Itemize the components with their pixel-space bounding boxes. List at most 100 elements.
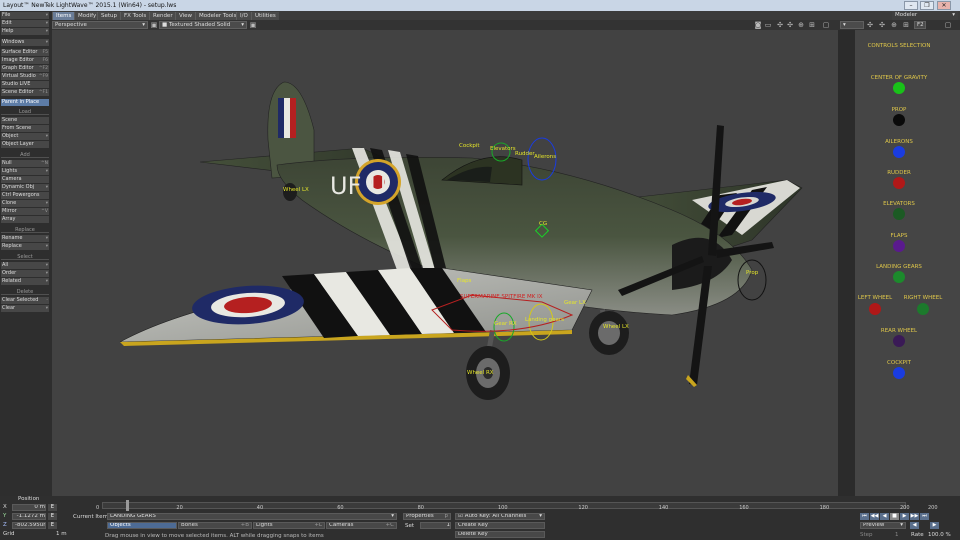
preview-dropdown[interactable]: Preview ▾ <box>860 522 906 529</box>
delete-clear-selected-button[interactable]: Clear Selected - <box>1 297 49 304</box>
play-icon[interactable]: ▶ <box>900 513 909 520</box>
ailerons-button[interactable] <box>893 146 905 158</box>
tab-fx-tools[interactable]: FX Tools <box>120 12 150 20</box>
tab-i-o[interactable]: I/O <box>236 12 251 20</box>
load-object-layer-button[interactable]: Object Layer <box>1 141 49 148</box>
rudder-button[interactable] <box>893 177 905 189</box>
label-elevators[interactable]: Elevators <box>490 146 516 152</box>
rear-wheel-button[interactable] <box>893 335 905 347</box>
arrows-icon[interactable]: ✣ <box>866 21 874 29</box>
view-options-icon[interactable]: ▣ <box>150 21 158 29</box>
rotate-icon[interactable]: ✣ <box>878 21 886 29</box>
elevators-button[interactable] <box>893 208 905 220</box>
add-null-button[interactable]: Null ^N <box>1 160 49 167</box>
tab-setup[interactable]: Setup <box>97 12 121 20</box>
x-e-button[interactable]: E <box>48 504 57 511</box>
rotate-view-icon[interactable]: ✣ <box>786 21 794 29</box>
flaps-button[interactable] <box>893 240 905 252</box>
play-reverse-icon[interactable]: ◀ <box>880 513 889 520</box>
frame-icon[interactable]: ▭ <box>764 21 772 29</box>
replace-rename-button[interactable]: Rename ▾ <box>1 235 49 242</box>
select-order-button[interactable]: Order ▾ <box>1 270 49 277</box>
move-view-icon[interactable]: ✣ <box>776 21 784 29</box>
step-back-icon[interactable]: ◀ <box>910 522 919 529</box>
load-scene-button[interactable]: Scene <box>1 117 49 124</box>
label-rudder[interactable]: Rudder <box>515 151 535 157</box>
timeline-end-frame[interactable]: 200 <box>928 505 938 511</box>
prev-key-icon[interactable]: ◀◀ <box>870 513 879 520</box>
go-start-icon[interactable]: ⏮ <box>860 513 869 520</box>
shading-dropdown[interactable]: ■ Textured Shaded Solid ▾ <box>159 21 247 29</box>
parent-in-place-button[interactable]: Parent in Place <box>1 99 49 106</box>
lights-button[interactable]: Lights +L <box>253 522 325 529</box>
sidebar-help-menu[interactable]: Help ▾ <box>1 28 49 35</box>
sidebar-edit-menu[interactable]: Edit ▾ <box>1 20 49 27</box>
add-clone-button[interactable]: Clone ▾ <box>1 200 49 207</box>
delete-key-button[interactable]: Delete Key <box>455 531 545 538</box>
auto-key-dropdown[interactable]: ☑ Auto Key: All Channels ▾ <box>455 513 545 520</box>
minimize-button[interactable]: – <box>904 1 918 10</box>
camera-icon[interactable]: ◙ <box>754 21 762 29</box>
sidebar-image-editor-button[interactable]: Image Editor F6 <box>1 57 49 64</box>
tab-items[interactable]: Items <box>52 12 75 20</box>
label-wheel-rx[interactable]: Wheel RX <box>467 370 494 376</box>
label-wheel-lx-tail[interactable]: Wheel LX <box>283 187 309 193</box>
label-flaps[interactable]: Flaps <box>457 278 471 284</box>
go-end-icon[interactable]: ⏭ <box>920 513 929 520</box>
zoom-view-icon[interactable]: ⊕ <box>797 21 805 29</box>
tab-modify[interactable]: Modify <box>74 12 100 20</box>
label-prop[interactable]: Prop <box>746 270 758 276</box>
select-all-button[interactable]: All ▾ <box>1 262 49 269</box>
view-mode-dropdown[interactable]: Perspective ▾ <box>52 21 148 29</box>
sidebar-scene-editor-button[interactable]: Scene Editor ^F1 <box>1 89 49 96</box>
center-of-gravity-button[interactable] <box>893 82 905 94</box>
sidebar-windows-menu[interactable]: Windows ▾ <box>1 39 49 46</box>
stop-icon[interactable]: ■ <box>890 513 899 520</box>
delete-clear-button[interactable]: Clear ▾ <box>1 305 49 312</box>
create-key-button[interactable]: Create Key <box>455 522 545 529</box>
tab-view[interactable]: View <box>175 12 196 20</box>
left-wheel-button[interactable] <box>869 303 881 315</box>
fit-view-icon[interactable]: ⊞ <box>808 21 816 29</box>
right-wheel-button[interactable] <box>917 303 929 315</box>
label-wheel-lx[interactable]: Wheel LX <box>603 324 629 330</box>
maximize-view-icon[interactable]: ▢ <box>822 21 830 29</box>
load-from-scene-button[interactable]: From Scene <box>1 125 49 132</box>
add-lights-button[interactable]: Lights ▾ <box>1 168 49 175</box>
label-cockpit[interactable]: Cockpit <box>459 143 480 149</box>
timeline-frame-marker[interactable] <box>126 500 130 511</box>
current-item-dropdown[interactable]: LANDING GEARS ▾ <box>107 513 397 520</box>
add-array-button[interactable]: Array <box>1 216 49 223</box>
sidebar-file-menu[interactable]: File ▾ <box>1 12 49 19</box>
landing-gears-button[interactable] <box>893 271 905 283</box>
sidebar-virtual-studio-button[interactable]: Virtual Studio ^F9 <box>1 73 49 80</box>
tab-utilities[interactable]: Utilities <box>251 12 279 20</box>
sidebar-graph-editor-button[interactable]: Graph Editor ^F2 <box>1 65 49 72</box>
tab-modeler-tools[interactable]: Modeler Tools <box>195 12 240 20</box>
select-related-button[interactable]: Related ▾ <box>1 278 49 285</box>
label-gear-lx[interactable]: Gear LX <box>564 300 586 306</box>
add-ctrl-powergons-button[interactable]: Ctrl Powergons <box>1 192 49 199</box>
step-forward-icon[interactable]: ▶ <box>930 522 939 529</box>
label-landing-gears[interactable]: Landing gears <box>525 317 564 323</box>
y-position-field[interactable]: -1.1272 m <box>12 513 46 520</box>
label-ailerons[interactable]: Ailerons <box>534 154 556 160</box>
zoom-icon[interactable]: ⊕ <box>890 21 898 29</box>
maximize-button[interactable]: ❐ <box>920 1 934 10</box>
panel-dropdown[interactable]: ▾ <box>840 21 864 29</box>
add-mirror-button[interactable]: Mirror ^V <box>1 208 49 215</box>
next-key-icon[interactable]: ▶▶ <box>910 513 919 520</box>
modeler-button[interactable]: Modeler ▾ <box>892 11 958 20</box>
label-cg[interactable]: CG <box>539 221 547 227</box>
label-gear-rx[interactable]: Gear RX <box>494 321 517 327</box>
sidebar-surface-editor-button[interactable]: Surface Editor F5 <box>1 49 49 56</box>
shading-options-icon[interactable]: ▣ <box>249 21 257 29</box>
bones-button[interactable]: Bones +B <box>178 522 252 529</box>
z-e-button[interactable]: E <box>48 522 57 529</box>
fit-icon[interactable]: ⊞ <box>902 21 910 29</box>
maximize-panel-icon[interactable]: ▢ <box>944 21 952 29</box>
right-box[interactable]: F2 <box>914 21 926 29</box>
prop-button[interactable] <box>893 114 905 126</box>
add-camera-button[interactable]: Camera <box>1 176 49 183</box>
objects-button[interactable]: Objects <box>107 522 177 529</box>
